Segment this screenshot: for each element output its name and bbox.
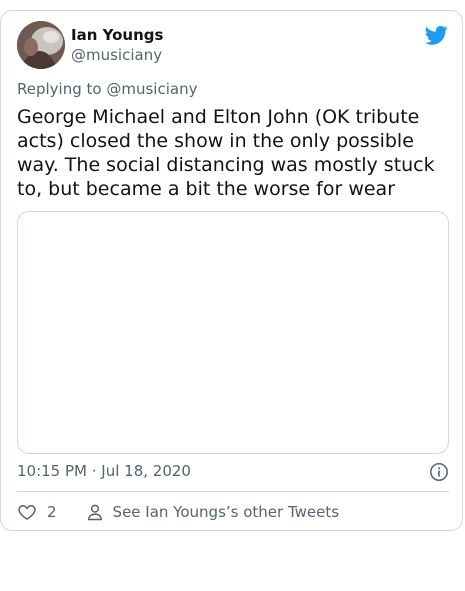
tweet-text: George Michael and Elton John (OK tribut… [17, 106, 435, 200]
person-icon [87, 504, 102, 521]
media-container[interactable] [17, 211, 449, 454]
like-count: 2 [47, 503, 57, 521]
divider [17, 491, 449, 492]
tweet-actions: 2 See Ian Youngs’s other Tweets [17, 501, 339, 523]
tweet-timestamp[interactable]: 10:15 PM · Jul 18, 2020 [17, 461, 191, 481]
info-icon[interactable] [429, 462, 449, 482]
reply-handle-link[interactable]: @musiciany [106, 80, 197, 98]
reply-prefix: Replying to [17, 80, 102, 98]
avatar[interactable] [17, 21, 65, 69]
tweet-card: Ian Youngs @musiciany Replying to @music… [0, 10, 463, 531]
like-button[interactable]: 2 [17, 502, 57, 522]
replying-to: Replying to @musiciany [17, 79, 197, 99]
see-other-tweets-label: See Ian Youngs’s other Tweets [112, 503, 340, 521]
twitter-bird-icon[interactable] [424, 23, 448, 47]
author-name[interactable]: Ian Youngs [71, 25, 163, 45]
author-handle[interactable]: @musiciany [71, 45, 162, 65]
heart-icon [18, 504, 36, 520]
see-other-tweets-link[interactable]: See Ian Youngs’s other Tweets [85, 502, 340, 522]
